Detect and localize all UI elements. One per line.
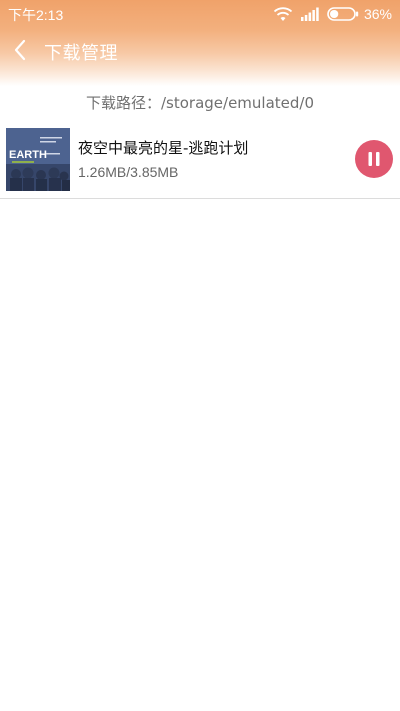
status-icons: 36% [273, 4, 392, 24]
album-cover: EARTH [6, 128, 70, 191]
back-button[interactable] [6, 36, 34, 64]
toolbar: 下载管理 [0, 28, 400, 74]
status-bar: 下午2:13 36% [0, 0, 400, 28]
pause-button[interactable] [355, 140, 393, 178]
page-title: 下载管理 [44, 43, 118, 64]
song-title: 夜空中最亮的星-逃跑计划 [78, 139, 249, 157]
album-cover-art: EARTH [6, 128, 70, 191]
status-time: 下午2:13 [8, 7, 64, 23]
download-size: 1.26MB/3.85MB [78, 164, 179, 180]
download-path: 下载路径：/storage/emulated/0 [85, 94, 315, 112]
chevron-left-icon [14, 39, 26, 61]
pause-icon [368, 152, 380, 166]
wifi-icon [273, 7, 293, 21]
signal-icon [300, 7, 319, 21]
battery-percent: 36% [363, 6, 392, 22]
album-cover-text: EARTH [9, 149, 47, 161]
battery-icon [327, 7, 359, 21]
download-list-item[interactable]: EARTH 夜空中最亮的星-逃跑计划 1.26MB/3.85MB [0, 120, 400, 199]
